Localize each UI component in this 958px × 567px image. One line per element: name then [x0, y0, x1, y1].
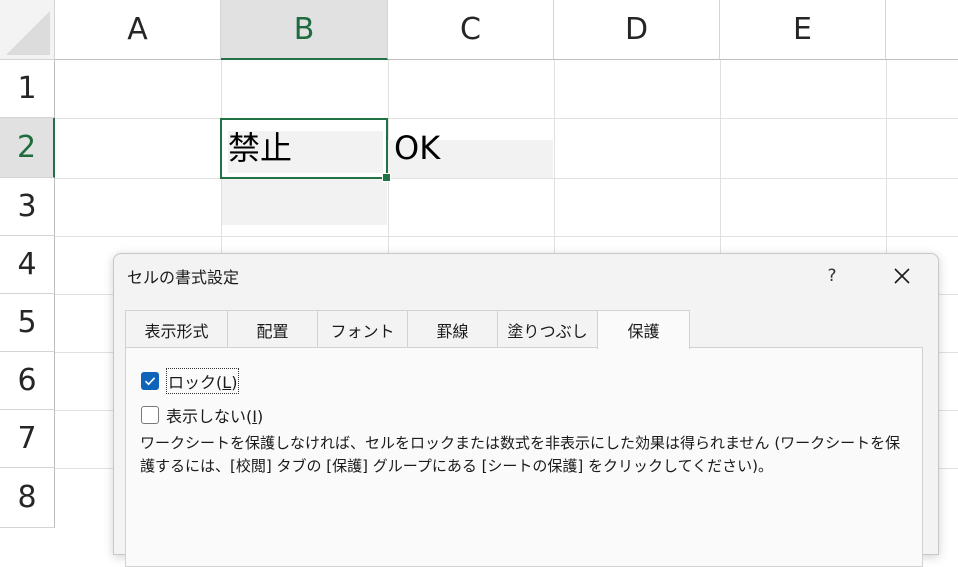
lock-checkbox-row[interactable]: ロック(L): [141, 368, 240, 394]
select-all-triangle-icon: [6, 11, 50, 55]
close-button[interactable]: [882, 258, 922, 294]
fill-handle[interactable]: [382, 173, 391, 182]
column-header-b[interactable]: B: [221, 0, 388, 60]
select-all-corner[interactable]: [0, 0, 55, 60]
column-header-e[interactable]: E: [720, 0, 886, 60]
row-header-1[interactable]: 1: [0, 60, 55, 118]
row-header-2[interactable]: 2: [0, 118, 55, 178]
hidden-checkbox-row[interactable]: 表示しない(I): [141, 403, 263, 427]
dialog-title: セルの書式設定: [127, 268, 240, 287]
protection-description: ワークシートを保護しなければ、セルをロックまたは数式を非表示にした効果は得られま…: [140, 432, 910, 478]
row-header-4[interactable]: 4: [0, 236, 55, 294]
row-header-8[interactable]: 8: [0, 468, 55, 528]
cell-shade-b3: [222, 179, 387, 225]
hidden-label: 表示しない(I): [166, 407, 264, 426]
format-cells-dialog: セルの書式設定 ? 表示形式 配置 フォント 罫線 塗りつぶし 保護 ロック(L…: [113, 253, 939, 567]
row-header-5[interactable]: 5: [0, 294, 55, 352]
column-header-f[interactable]: [886, 0, 958, 60]
tab-number[interactable]: 表示形式: [125, 310, 228, 348]
active-cell-border: [220, 118, 388, 179]
row-header-6[interactable]: 6: [0, 352, 55, 410]
lock-checkbox[interactable]: [141, 372, 159, 390]
lock-label: ロック(L): [166, 368, 240, 394]
column-header-c[interactable]: C: [388, 0, 554, 60]
row-header-3[interactable]: 3: [0, 178, 55, 236]
hidden-checkbox[interactable]: [141, 406, 159, 424]
tab-border[interactable]: 罫線: [407, 310, 498, 348]
description-line-2: 護するには、[校閲] タブの [保護] グループにある [シートの保護] をクリ…: [140, 457, 774, 475]
close-icon: [894, 268, 910, 284]
help-icon: ?: [827, 266, 837, 286]
gridline: [55, 178, 958, 179]
cell-c2[interactable]: OK: [394, 119, 440, 177]
gridline: [55, 118, 958, 119]
tab-protection[interactable]: 保護: [597, 310, 690, 349]
checkmark-icon: [144, 377, 156, 386]
column-header-d[interactable]: D: [554, 0, 720, 60]
help-button[interactable]: ?: [814, 258, 850, 294]
description-line-1: ワークシートを保護しなければ、セルをロックまたは数式を非表示にした効果は得られま…: [140, 434, 901, 452]
tab-alignment[interactable]: 配置: [227, 310, 318, 348]
tab-font[interactable]: フォント: [317, 310, 408, 348]
column-header-a[interactable]: A: [55, 0, 221, 60]
row-header-7[interactable]: 7: [0, 410, 55, 468]
tab-fill[interactable]: 塗りつぶし: [497, 310, 598, 348]
gridline: [55, 236, 958, 237]
protection-panel: ロック(L) 表示しない(I) ワークシートを保護しなければ、セルをロックまたは…: [125, 347, 923, 567]
